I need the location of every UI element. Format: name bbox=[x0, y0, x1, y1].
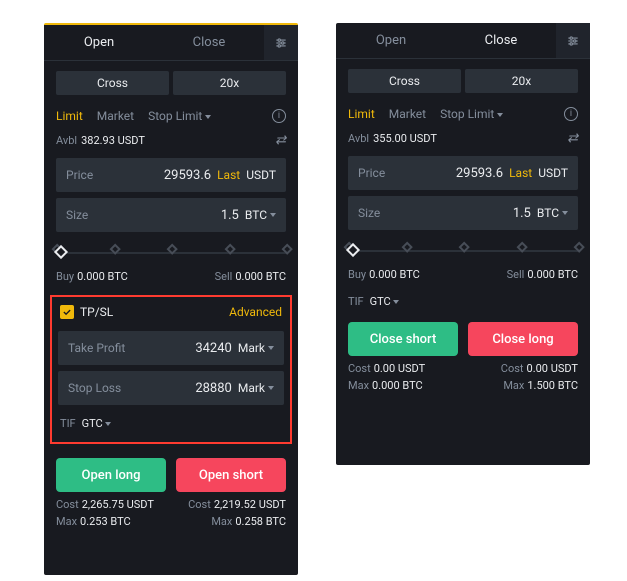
tab-close[interactable]: Close bbox=[154, 25, 264, 61]
chevron-down-icon bbox=[562, 211, 568, 215]
size-field[interactable]: Size 1.5 BTC bbox=[56, 198, 286, 232]
ordertype-limit[interactable]: Limit bbox=[348, 107, 375, 121]
last-price-button[interactable]: Last bbox=[509, 166, 532, 180]
long-cost: Cost0.00 USDT bbox=[468, 362, 578, 375]
open-close-tabs: Open Close bbox=[336, 23, 590, 59]
avbl-value: 355.00 USDT bbox=[373, 132, 437, 145]
avbl-value: 382.93 USDT bbox=[81, 134, 145, 147]
size-field[interactable]: Size 1.5 BTC bbox=[348, 196, 578, 230]
size-unit-select[interactable]: BTC bbox=[245, 208, 276, 222]
tpsl-advanced-link[interactable]: Advanced bbox=[229, 305, 282, 319]
tp-value: 34240 bbox=[195, 341, 232, 356]
margin-mode-button[interactable]: Cross bbox=[56, 71, 169, 95]
leverage-button[interactable]: 20x bbox=[465, 69, 578, 93]
sl-value: 28880 bbox=[195, 381, 232, 396]
info-icon[interactable]: i bbox=[272, 109, 286, 123]
tab-open[interactable]: Open bbox=[336, 23, 446, 59]
close-long-button[interactable]: Close long bbox=[468, 322, 578, 356]
open-close-tabs: Open Close bbox=[44, 25, 298, 61]
chevron-down-icon bbox=[268, 346, 274, 350]
take-profit-field[interactable]: Take Profit 34240 Mark bbox=[58, 331, 284, 365]
buy-max: Buy0.000 BTC bbox=[56, 270, 128, 283]
price-field[interactable]: Price 29593.6 Last USDT bbox=[56, 158, 286, 192]
tpsl-label: TP/SL bbox=[80, 305, 113, 319]
short-max: Max0.000 BTC bbox=[348, 379, 458, 392]
price-value: 29593.6 bbox=[164, 168, 211, 183]
leverage-button[interactable]: 20x bbox=[173, 71, 286, 95]
tif-label: TIF bbox=[348, 295, 364, 308]
long-max: Max0.253 BTC bbox=[56, 515, 166, 528]
tp-label: Take Profit bbox=[68, 341, 125, 355]
size-label: Size bbox=[358, 206, 380, 220]
chevron-down-icon bbox=[270, 213, 276, 217]
short-max: Max0.258 BTC bbox=[176, 515, 286, 528]
ordertype-market[interactable]: Market bbox=[389, 107, 426, 121]
tpsl-section: TP/SL Advanced Take Profit 34240 Mark St… bbox=[50, 295, 292, 444]
margin-mode-button[interactable]: Cross bbox=[348, 69, 461, 93]
short-cost: Cost0.00 USDT bbox=[348, 362, 458, 375]
avbl-label: Avbl bbox=[348, 132, 369, 145]
sell-max: Sell0.000 BTC bbox=[507, 268, 578, 281]
size-unit-select[interactable]: BTC bbox=[537, 206, 568, 220]
stop-loss-field[interactable]: Stop Loss 28880 Mark bbox=[58, 371, 284, 405]
order-panel-open: Open Close Cross 20x Limit Market Stop L… bbox=[44, 23, 298, 575]
tp-trigger-select[interactable]: Mark bbox=[238, 341, 274, 355]
transfer-icon[interactable]: ⇄ bbox=[567, 131, 578, 146]
tpsl-checkbox[interactable] bbox=[60, 305, 74, 319]
sl-trigger-select[interactable]: Mark bbox=[238, 381, 274, 395]
transfer-icon[interactable]: ⇄ bbox=[275, 133, 286, 148]
price-unit: USDT bbox=[246, 168, 276, 182]
size-label: Size bbox=[66, 208, 88, 222]
size-value: 1.5 bbox=[221, 208, 239, 223]
sell-max: Sell0.000 BTC bbox=[215, 270, 286, 283]
long-max: Max1.500 BTC bbox=[468, 379, 578, 392]
ordertype-limit[interactable]: Limit bbox=[56, 109, 83, 123]
chevron-down-icon bbox=[497, 113, 503, 117]
ordertype-stoplimit[interactable]: Stop Limit bbox=[148, 109, 211, 123]
open-long-button[interactable]: Open long bbox=[56, 458, 166, 492]
chevron-down-icon bbox=[105, 422, 111, 426]
price-value: 29593.6 bbox=[456, 166, 503, 181]
chevron-down-icon bbox=[205, 115, 211, 119]
short-cost: Cost2,219.52 USDT bbox=[176, 498, 286, 511]
close-short-button[interactable]: Close short bbox=[348, 322, 458, 356]
tif-label: TIF bbox=[60, 417, 76, 430]
ordertype-stoplimit[interactable]: Stop Limit bbox=[440, 107, 503, 121]
price-field[interactable]: Price 29593.6 Last USDT bbox=[348, 156, 578, 190]
chevron-down-icon bbox=[393, 300, 399, 304]
size-value: 1.5 bbox=[513, 206, 531, 221]
size-slider[interactable] bbox=[56, 246, 286, 260]
avbl-label: Avbl bbox=[56, 134, 77, 147]
tab-open[interactable]: Open bbox=[44, 25, 154, 61]
settings-icon[interactable] bbox=[556, 23, 590, 58]
order-panel-close: Open Close Cross 20x Limit Market Stop L… bbox=[336, 23, 590, 465]
ordertype-market[interactable]: Market bbox=[97, 109, 134, 123]
price-label: Price bbox=[66, 168, 93, 182]
sl-label: Stop Loss bbox=[68, 381, 121, 395]
tif-select[interactable]: GTC bbox=[82, 417, 112, 430]
info-icon[interactable]: i bbox=[564, 107, 578, 121]
tif-select[interactable]: GTC bbox=[370, 295, 400, 308]
size-slider[interactable] bbox=[348, 244, 578, 258]
buy-max: Buy0.000 BTC bbox=[348, 268, 420, 281]
tab-close[interactable]: Close bbox=[446, 23, 556, 59]
open-short-button[interactable]: Open short bbox=[176, 458, 286, 492]
long-cost: Cost2,265.75 USDT bbox=[56, 498, 166, 511]
settings-icon[interactable] bbox=[264, 25, 298, 60]
price-unit: USDT bbox=[538, 166, 568, 180]
price-label: Price bbox=[358, 166, 385, 180]
last-price-button[interactable]: Last bbox=[217, 168, 240, 182]
chevron-down-icon bbox=[268, 386, 274, 390]
